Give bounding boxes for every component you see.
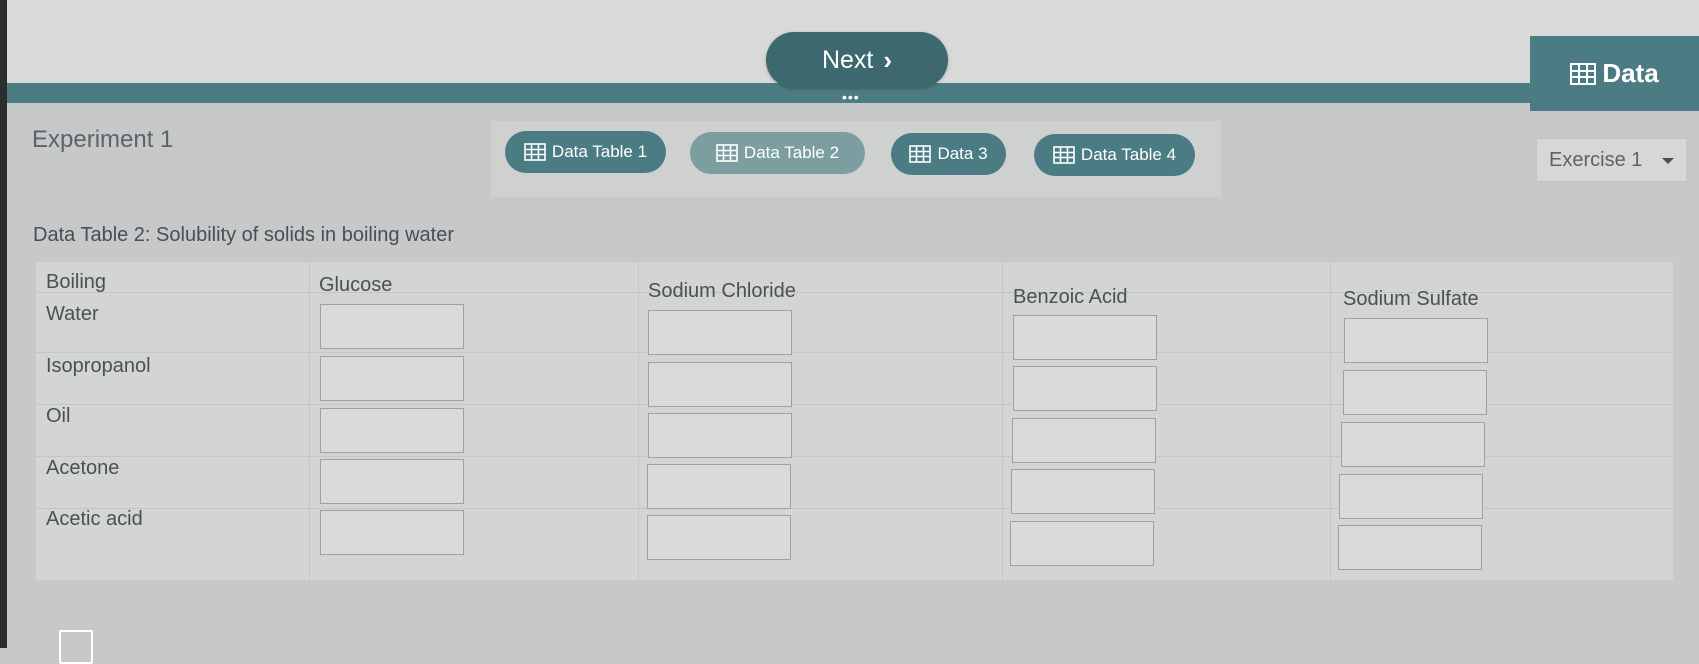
tab-label: Data Table 2 xyxy=(743,143,840,162)
table-grid-icon xyxy=(716,144,738,162)
chevron-right-icon: › xyxy=(883,44,893,75)
sodium-sulfate-isopropanol-input[interactable] xyxy=(1343,370,1487,415)
glucose-water-input[interactable] xyxy=(320,304,464,349)
data-panel-button[interactable]: Data xyxy=(1530,36,1699,111)
row-label-isopropanol: Isopropanol xyxy=(46,355,151,377)
sodium-chloride-isopropanol-input[interactable] xyxy=(648,362,792,407)
corner-header-line-2: Water xyxy=(46,303,99,325)
glucose-oil-input[interactable] xyxy=(320,408,464,453)
column-header-sodium-chloride: Sodium Chloride xyxy=(648,280,796,302)
column-header-sodium-sulfate: Sodium Sulfate xyxy=(1343,288,1479,310)
tab-data-table-1[interactable]: Data Table 1 xyxy=(505,131,666,173)
tab-data-table-4[interactable]: Data Table 4 xyxy=(1034,134,1195,176)
sodium-chloride-water-input[interactable] xyxy=(648,310,792,355)
table-grid-icon xyxy=(1053,146,1075,164)
row-label-oil: Oil xyxy=(46,405,71,427)
column-divider xyxy=(1002,262,1003,580)
sodium-sulfate-acetone-input[interactable] xyxy=(1339,474,1483,519)
caret-down-icon xyxy=(1662,158,1674,164)
row-label-acetone: Acetone xyxy=(46,457,120,479)
page-icon[interactable] xyxy=(59,630,93,664)
sodium-sulfate-acetic-acid-input[interactable] xyxy=(1338,525,1482,570)
sodium-chloride-oil-input[interactable] xyxy=(648,413,792,458)
glucose-acetic-acid-input[interactable] xyxy=(320,510,464,555)
sodium-sulfate-oil-input[interactable] xyxy=(1341,422,1485,467)
tab-label: Data Table 4 xyxy=(1080,145,1177,164)
benzoic-acid-acetone-input[interactable] xyxy=(1011,469,1155,514)
table-grid-icon xyxy=(1570,62,1597,85)
glucose-acetone-input[interactable] xyxy=(320,459,464,504)
column-header-glucose: Glucose xyxy=(319,274,393,296)
tab-data-3[interactable]: Data 3 xyxy=(891,133,1006,175)
next-button[interactable]: Next › xyxy=(766,32,948,88)
experiment-title: Experiment 1 xyxy=(32,126,174,153)
table-caption: Data Table 2: Solubility of solids in bo… xyxy=(33,224,454,246)
table-grid-icon xyxy=(909,145,932,163)
sodium-chloride-acetic-acid-input[interactable] xyxy=(647,515,791,560)
data-panel-label: Data xyxy=(1602,58,1659,88)
tab-label: Data Table 1 xyxy=(551,142,648,161)
tab-data-table-2[interactable]: Data Table 2 xyxy=(690,132,865,174)
benzoic-acid-acetic-acid-input[interactable] xyxy=(1010,521,1154,566)
column-divider xyxy=(638,262,639,580)
data-table-tabs: Data Table 1 Data Table 2 Data 3 Data Ta… xyxy=(491,121,1221,197)
exercise-select[interactable]: Exercise 1 xyxy=(1536,138,1687,182)
column-header-benzoic-acid: Benzoic Acid xyxy=(1013,286,1128,308)
benzoic-acid-water-input[interactable] xyxy=(1013,315,1157,360)
sodium-sulfate-water-input[interactable] xyxy=(1344,318,1488,363)
benzoic-acid-oil-input[interactable] xyxy=(1012,418,1156,463)
next-label: Next xyxy=(821,45,874,74)
row-label-acetic-acid: Acetic acid xyxy=(46,508,143,530)
screen-bezel xyxy=(0,0,7,648)
tab-label: Data 3 xyxy=(937,144,988,163)
sodium-chloride-acetone-input[interactable] xyxy=(647,464,791,509)
column-divider xyxy=(1330,262,1331,580)
exercise-select-value: Exercise 1 xyxy=(1549,148,1643,171)
table-grid-icon xyxy=(524,143,546,161)
benzoic-acid-isopropanol-input[interactable] xyxy=(1013,366,1157,411)
column-divider xyxy=(309,262,310,580)
corner-header-line-1: Boiling xyxy=(46,271,107,293)
solubility-table: Boiling Water Glucose Sodium Chloride Be… xyxy=(36,262,1673,580)
more-dots-icon[interactable]: ••• xyxy=(842,90,860,104)
glucose-isopropanol-input[interactable] xyxy=(320,356,464,401)
